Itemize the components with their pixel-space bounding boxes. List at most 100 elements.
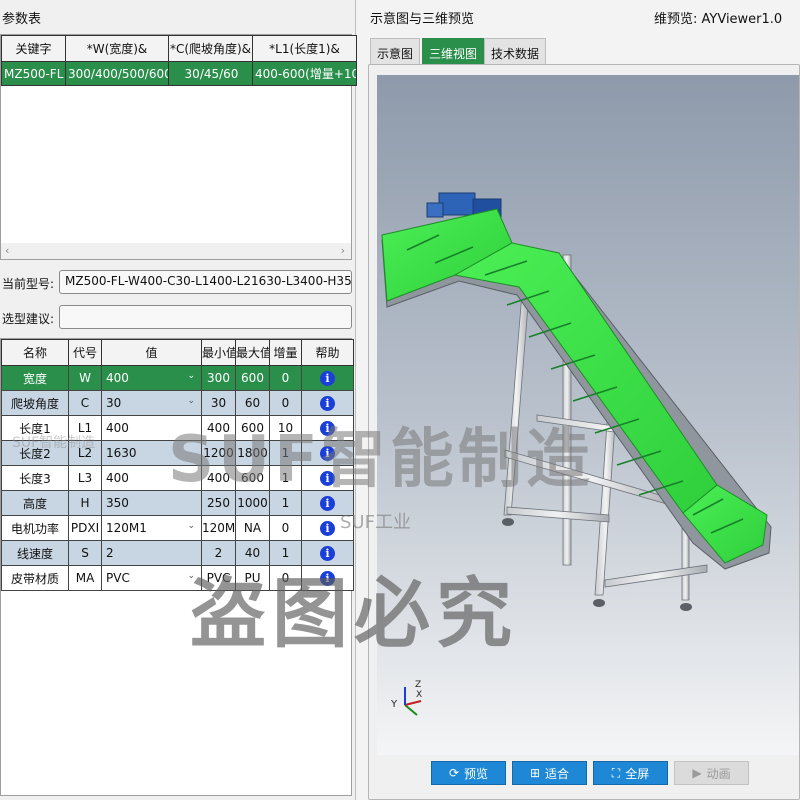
grid-cell-name: 爬坡角度 — [1, 390, 69, 416]
3d-viewport[interactable]: Y X Z — [377, 75, 799, 755]
scroll-right-icon[interactable]: › — [341, 244, 345, 257]
tab-schematic[interactable]: 示意图 — [370, 38, 421, 66]
grid-value-text: 30 — [106, 396, 122, 410]
fullscreen-button[interactable]: ⛶ 全屏 — [593, 761, 668, 785]
param-header-angle[interactable]: *C(爬坡角度)& — [168, 35, 253, 62]
grid-header-max[interactable]: 最大值 — [235, 339, 270, 366]
grid-cell-min: 400 — [201, 415, 236, 441]
grid-cell-code: L1 — [68, 415, 102, 441]
grid-cell-value[interactable]: 350 — [101, 490, 202, 516]
grid-cell-value[interactable]: 400 ⌄ — [101, 365, 202, 391]
grid-row[interactable]: 宽度 W 400 ⌄ 300 600 0 i — [1, 365, 354, 391]
grid-cell-min: PVC — [201, 565, 236, 591]
grid-cell-max: 60 — [235, 390, 270, 416]
grid-row[interactable]: 皮带材质 MA PVC ⌄ PVC PU 0 i — [1, 565, 354, 591]
grid-header-help[interactable]: 帮助 — [301, 339, 354, 366]
grid-row[interactable]: 爬坡角度 C 30 ⌄ 30 60 0 i — [1, 390, 354, 416]
param-cell-keyword[interactable]: MZ500-FL — [1, 61, 66, 86]
grid-cell-name: 长度1 — [1, 415, 69, 441]
chevron-down-icon[interactable]: ⌄ — [187, 571, 195, 581]
chevron-down-icon[interactable]: ⌄ — [187, 371, 195, 381]
param-header-width[interactable]: *W(宽度)& — [65, 35, 169, 62]
current-model-field[interactable]: MZ500-FL-W400-C30-L1400-L21630-L3400-H35… — [59, 270, 352, 294]
fit-view-icon: ⊞ — [529, 766, 541, 780]
preview-button[interactable]: ⟳ 预览 — [431, 761, 506, 785]
grid-cell-step: 0 — [269, 365, 302, 391]
param-table: 关键字 *W(宽度)& *C(爬坡角度)& *L1(长度1)& MZ500-FL… — [1, 35, 357, 86]
grid-cell-value[interactable]: 400 — [101, 415, 202, 441]
grid-cell-help[interactable]: i — [301, 465, 354, 491]
param-cell-width[interactable]: 300/400/500/600 — [65, 61, 169, 86]
info-icon[interactable]: i — [320, 470, 335, 486]
grid-cell-help[interactable]: i — [301, 415, 354, 441]
chevron-down-icon[interactable]: ⌄ — [187, 521, 195, 531]
grid-cell-min: 250 — [201, 490, 236, 516]
grid-cell-step: 1 — [269, 490, 302, 516]
fit-button[interactable]: ⊞ 适合 — [512, 761, 587, 785]
grid-cell-value[interactable]: 2 — [101, 540, 202, 566]
grid-row[interactable]: 高度 H 350 250 1000 1 i — [1, 490, 354, 516]
grid-cell-help[interactable]: i — [301, 390, 354, 416]
grid-cell-help[interactable]: i — [301, 540, 354, 566]
info-icon[interactable]: i — [320, 420, 335, 436]
grid-value-text: 400 — [106, 421, 129, 435]
grid-cell-value[interactable]: PVC ⌄ — [101, 565, 202, 591]
grid-header-step[interactable]: 增量 — [269, 339, 302, 366]
viewer-label: 维预览: AYViewer1.0 — [654, 12, 783, 27]
grid-cell-help[interactable]: i — [301, 440, 354, 466]
info-icon[interactable]: i — [320, 570, 335, 586]
suggestion-field[interactable] — [59, 305, 352, 329]
grid-cell-help[interactable]: i — [301, 515, 354, 541]
tab-tech-data[interactable]: 技术数据 — [484, 38, 547, 66]
grid-row[interactable]: 长度1 L1 400 400 600 10 i — [1, 415, 354, 441]
grid-row[interactable]: 电机功率 PDXI 120M1 ⌄ 120M NA 0 i — [1, 515, 354, 541]
grid-cell-help[interactable]: i — [301, 365, 354, 391]
grid-cell-max: 1800 — [235, 440, 270, 466]
info-icon[interactable]: i — [320, 395, 335, 411]
grid-row[interactable]: 长度3 L3 400 400 600 1 i — [1, 465, 354, 491]
grid-cell-value[interactable]: 400 — [101, 465, 202, 491]
info-icon[interactable]: i — [320, 495, 335, 511]
param-table-header: 关键字 *W(宽度)& *C(爬坡角度)& *L1(长度1)& — [1, 35, 357, 62]
param-header-length1[interactable]: *L1(长度1)& — [252, 35, 357, 62]
grid-cell-min: 30 — [201, 390, 236, 416]
grid-cell-max: PU — [235, 565, 270, 591]
info-icon[interactable]: i — [320, 520, 335, 536]
grid-cell-max: 600 — [235, 465, 270, 491]
grid-header-code[interactable]: 代号 — [68, 339, 102, 366]
conveyor-3d-model[interactable]: Y X Z — [377, 75, 799, 755]
info-icon[interactable]: i — [320, 370, 335, 386]
info-icon[interactable]: i — [320, 445, 335, 461]
info-icon[interactable]: i — [320, 545, 335, 561]
param-table-row[interactable]: MZ500-FL 300/400/500/600 30/45/60 400-60… — [1, 61, 357, 86]
grid-header-min[interactable]: 最小值 — [201, 339, 236, 366]
grid-cell-value[interactable]: 120M1 ⌄ — [101, 515, 202, 541]
grid-cell-step: 1 — [269, 540, 302, 566]
scroll-left-icon[interactable]: ‹ — [5, 244, 9, 257]
param-cell-length1[interactable]: 400-600(增量+10 — [252, 61, 357, 86]
grid-cell-value[interactable]: 1630 — [101, 440, 202, 466]
grid-header-value[interactable]: 值 — [101, 339, 202, 366]
grid-value-text: 350 — [106, 496, 129, 510]
param-header-keyword[interactable]: 关键字 — [1, 35, 66, 62]
animate-button[interactable]: ▶ 动画 — [674, 761, 749, 785]
grid-cell-code: L2 — [68, 440, 102, 466]
grid-cell-max: 600 — [235, 365, 270, 391]
grid-cell-help[interactable]: i — [301, 565, 354, 591]
grid-row[interactable]: 线速度 S 2 2 40 1 i — [1, 540, 354, 566]
grid-cell-step: 1 — [269, 440, 302, 466]
param-cell-angle[interactable]: 30/45/60 — [168, 61, 253, 86]
grid-header-name[interactable]: 名称 — [1, 339, 69, 366]
grid-row[interactable]: 长度2 L2 1630 1200 1800 1 i — [1, 440, 354, 466]
parameter-grid: 名称 代号 值 最小值 最大值 增量 帮助 宽度 W 400 ⌄ 300 600 0 i 爬坡角… — [1, 339, 354, 591]
grid-cell-name: 电机功率 — [1, 515, 69, 541]
grid-cell-min: 300 — [201, 365, 236, 391]
tab-3d-view[interactable]: 三维视图 — [422, 38, 485, 66]
current-model-label: 当前型号: — [2, 277, 55, 291]
grid-cell-value[interactable]: 30 ⌄ — [101, 390, 202, 416]
grid-cell-code: S — [68, 540, 102, 566]
horizontal-scrollbar[interactable]: ‹ › — [1, 243, 351, 259]
chevron-down-icon[interactable]: ⌄ — [187, 396, 195, 406]
grid-cell-help[interactable]: i — [301, 490, 354, 516]
right-panel: 示意图与三维预览 维预览: AYViewer1.0 示意图 三维视图 技术数据 — [358, 0, 800, 800]
